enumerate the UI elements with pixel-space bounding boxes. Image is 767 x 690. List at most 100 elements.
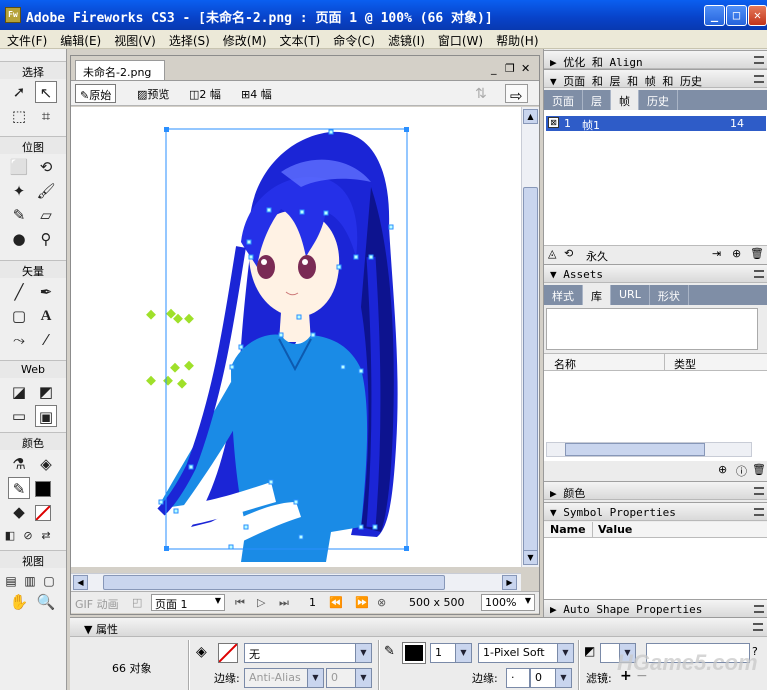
doc-close-icon[interactable]: ✕ [521, 62, 530, 75]
hide-slices-icon[interactable]: ▭ [8, 405, 30, 427]
tab-shapes[interactable]: 形状 [650, 285, 689, 305]
fill-color-swatch[interactable] [35, 505, 51, 521]
stop-icon[interactable]: ⊗ [377, 596, 386, 609]
symbol-properties-icon[interactable]: ⓘ [736, 463, 747, 479]
text-tool-icon[interactable]: A [35, 305, 57, 327]
panel-grip-icon[interactable] [754, 487, 764, 495]
stroke-color-swatch[interactable] [35, 481, 51, 497]
tab-styles[interactable]: 样式 [544, 285, 583, 305]
library-scroll-thumb[interactable] [565, 443, 705, 456]
pages-frames-panel-header[interactable]: ▼ 页面 和 层 和 帧 和 历史 [544, 69, 767, 88]
zoom-tool-icon[interactable]: 🔍 [35, 591, 57, 613]
panel-grip-icon[interactable] [754, 605, 764, 613]
document-tab[interactable]: 未命名-2.png [75, 60, 165, 80]
crop-tool-icon[interactable]: ⌗ [35, 105, 57, 127]
brush-tool-icon[interactable]: 🖌 [35, 180, 57, 202]
frame-visibility-icon[interactable]: ⊠ [548, 117, 559, 128]
lasso-tool-icon[interactable]: ⟲ [35, 156, 57, 178]
vertical-scroll-thumb[interactable] [523, 187, 538, 557]
freeform-tool-icon[interactable]: ⤳ [8, 329, 30, 351]
last-frame-icon[interactable]: ⏭ [279, 596, 289, 610]
stroke-swatch[interactable] [402, 642, 426, 664]
panel-grip-icon[interactable] [754, 508, 764, 516]
delete-symbol-icon[interactable]: 🗑 [752, 463, 766, 476]
distribute-to-frames-icon[interactable]: ⇥ [712, 247, 721, 260]
horizontal-scrollbar[interactable]: ◀ ▶ [71, 573, 521, 591]
pencil-tool-icon[interactable]: ✎ [8, 204, 30, 226]
paint-bucket-tool-icon[interactable]: ◈ [35, 453, 57, 475]
magic-wand-tool-icon[interactable]: ✦ [8, 180, 30, 202]
stroke-color-icon[interactable]: ✎ [8, 477, 30, 499]
new-frame-icon[interactable]: ⊕ [732, 247, 741, 260]
marquee-tool-icon[interactable]: ⬜ [8, 156, 30, 178]
delete-frame-icon[interactable]: 🗑 [750, 247, 764, 260]
canvas-area[interactable] [71, 107, 521, 567]
knife-tool-icon[interactable]: ⁄ [35, 329, 57, 351]
menu-file[interactable]: 文件(F) [0, 30, 53, 48]
maximize-icon[interactable]: □ [726, 5, 747, 26]
stroke-size-field[interactable]: 1 ▼ [430, 643, 472, 663]
horizontal-scroll-thumb[interactable] [103, 575, 445, 590]
pointer-tool-icon[interactable]: ➚ [8, 81, 30, 103]
no-stroke-fill-icon[interactable]: ⊘ [20, 525, 36, 547]
gif-anim-icon[interactable]: ◰ [132, 596, 142, 609]
frame-row[interactable]: ⊠ 1 帧1 14 [546, 116, 766, 132]
close-icon[interactable]: ✕ [748, 5, 767, 26]
stroke-pencil-icon[interactable]: ✎ [384, 644, 395, 659]
default-colors-icon[interactable]: ◧ [2, 525, 18, 547]
rubber-stamp-tool-icon[interactable]: ⚲ [35, 228, 57, 250]
first-frame-icon[interactable]: ⏮ [235, 596, 245, 610]
import-symbol-icon[interactable]: ⊕ [718, 463, 727, 476]
fill-color-icon[interactable]: ◆ [8, 501, 30, 523]
quick-export-icon[interactable]: ⇅ [471, 84, 491, 103]
hand-tool-icon[interactable]: ✋ [8, 591, 30, 613]
minimize-icon[interactable]: _ [704, 5, 725, 26]
next-frame-icon[interactable]: ⏩ [355, 596, 369, 609]
anime-girl-vector-artwork[interactable] [71, 107, 521, 567]
panel-grip-icon[interactable] [753, 623, 763, 631]
tab-pages[interactable]: 页面 [544, 90, 583, 110]
menu-filters[interactable]: 滤镜(I) [381, 30, 431, 48]
menu-modify[interactable]: 修改(M) [216, 30, 273, 48]
standard-screen-mode-icon[interactable]: ▤ [2, 570, 20, 592]
swap-colors-icon[interactable]: ⇄ [38, 525, 54, 547]
eraser-tool-icon[interactable]: ▱ [35, 204, 57, 226]
slice-tool-icon[interactable]: ◩ [35, 381, 57, 403]
four-up-view-button[interactable]: ⊞4 幅 [237, 84, 276, 103]
stroke-type-select[interactable]: 1-Pixel Soft ▼ [478, 643, 574, 663]
doc-minimize-icon[interactable]: _ [491, 62, 497, 75]
symbol-properties-panel-header[interactable]: ▼ Symbol Properties [544, 502, 767, 521]
show-slices-icon[interactable]: ▣ [35, 405, 57, 427]
scroll-up-icon[interactable]: ▲ [523, 109, 538, 124]
blur-tool-icon[interactable]: ● [8, 228, 30, 250]
menu-commands[interactable]: 命令(C) [326, 30, 381, 48]
properties-panel-header[interactable]: ▼ 属性 [70, 618, 767, 637]
panel-grip-icon[interactable] [754, 56, 764, 64]
menu-help[interactable]: 帮助(H) [489, 30, 544, 48]
vertical-scrollbar[interactable]: ▲ ▼ [521, 107, 539, 567]
scroll-down-icon[interactable]: ▼ [523, 550, 538, 565]
menu-edit[interactable]: 编辑(E) [53, 30, 107, 48]
export-icon[interactable]: ⇨ [505, 84, 528, 105]
rectangle-tool-icon[interactable]: ▢ [8, 305, 30, 327]
menu-view[interactable]: 视图(V) [107, 30, 162, 48]
library-column-type[interactable]: 类型 [674, 356, 696, 372]
subselect-tool-icon[interactable]: ↖ [35, 81, 57, 103]
line-tool-icon[interactable]: ╱ [8, 281, 30, 303]
tab-frames[interactable]: 帧 [611, 90, 639, 110]
texture-icon[interactable]: ◩ [584, 644, 595, 658]
scroll-right-icon[interactable]: ▶ [502, 575, 517, 590]
menu-text[interactable]: 文本(T) [273, 30, 327, 48]
original-view-button[interactable]: ✎原始 [75, 84, 117, 103]
fill-swatch[interactable] [218, 643, 238, 663]
full-screen-mode-icon[interactable]: ▢ [40, 570, 58, 592]
menu-window[interactable]: 窗口(W) [431, 30, 489, 48]
pen-tool-icon[interactable]: ✒ [35, 281, 57, 303]
eyedropper-tool-icon[interactable]: ⚗ [8, 453, 30, 475]
fill-edge-amount[interactable]: 0 ▼ [326, 668, 372, 688]
panel-grip-icon[interactable] [754, 75, 764, 83]
stroke-edge-field[interactable]: 0 ▼ [530, 668, 572, 688]
optimize-align-panel-header[interactable]: ▶ 优化 和 Align [544, 50, 767, 69]
tab-layers[interactable]: 层 [583, 90, 611, 110]
scale-tool-icon[interactable]: ⬚ [8, 105, 30, 127]
